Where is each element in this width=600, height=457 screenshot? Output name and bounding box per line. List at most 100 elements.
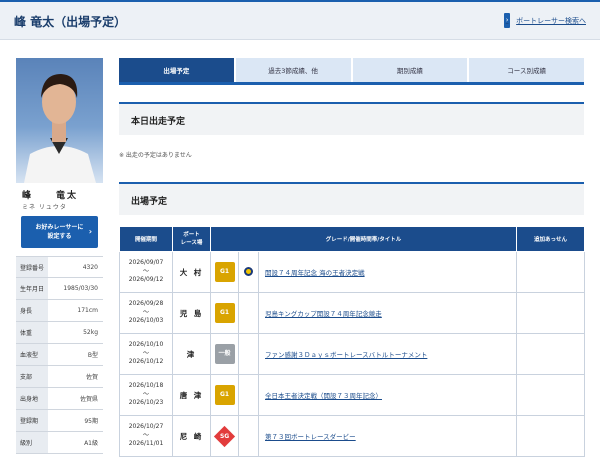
moon-icon bbox=[244, 266, 253, 276]
tab-schedule[interactable]: 出場予定 bbox=[119, 58, 234, 82]
info-value: 52kg bbox=[83, 329, 98, 336]
period-cell: 2026/10/18 〜 2026/10/23 bbox=[119, 374, 173, 416]
race-title-link[interactable]: 児島キングカップ開設７４周年記念競走 bbox=[265, 310, 382, 318]
info-value: A1級 bbox=[84, 440, 98, 447]
time-cell bbox=[238, 374, 259, 416]
set-favorite-label: お好みレーサーに 設定する bbox=[35, 224, 84, 240]
page-title: 峰 竜太（出場予定） bbox=[14, 15, 127, 29]
additional-cell bbox=[516, 374, 586, 416]
info-label: 登録期 bbox=[16, 410, 48, 431]
time-cell bbox=[238, 251, 259, 293]
info-row: 支部 佐賀 bbox=[16, 366, 103, 388]
race-title-link[interactable]: 全日本王者決定戦（開設７３周年記念） bbox=[265, 392, 382, 400]
table-row: 2026/09/07 〜 2026/09/12 大 村 G1 開設７４周年記念 海の王者決… bbox=[119, 251, 586, 293]
no-race-note: ※ 出走の予定はありません bbox=[119, 152, 192, 159]
info-label: 支部 bbox=[16, 366, 48, 387]
racer-name-kana: ミネ リュウタ bbox=[22, 204, 67, 211]
grade-cell: G1 bbox=[210, 374, 239, 416]
grade-cell: G1 bbox=[210, 251, 239, 293]
col-title: グレード/開催時間帯/タイトル bbox=[209, 226, 518, 252]
racer-given-name: 竜太 bbox=[56, 191, 79, 201]
info-value: B型 bbox=[87, 352, 98, 359]
info-label: 体重 bbox=[16, 322, 48, 343]
table-row: 2026/09/28 〜 2026/10/03 児 島 G1 児島キングカップ開設７４周年… bbox=[119, 292, 586, 334]
table-row: 2026/10/10 〜 2026/10/12 津一般 ファン感謝３Ｄａｙｓボートレース… bbox=[119, 333, 586, 375]
chevron-right-icon: › bbox=[504, 13, 511, 28]
today-heading: 本日出走予定 bbox=[131, 117, 186, 127]
info-label: 登録番号 bbox=[16, 257, 48, 277]
info-value: 佐賀県 bbox=[79, 396, 98, 403]
period-cell: 2026/09/07 〜 2026/09/12 bbox=[119, 251, 173, 293]
schedule-heading: 出場予定 bbox=[131, 197, 168, 207]
info-label: 身長 bbox=[16, 300, 48, 321]
grade-cell: G1 bbox=[210, 292, 239, 334]
tab-term-results[interactable]: 期別成績 bbox=[352, 58, 468, 82]
info-value: 佐賀 bbox=[85, 374, 98, 381]
tab-bar: 出場予定 過去3節成績、他 期別成績 コース別成績 bbox=[119, 58, 584, 85]
table-row: 2026/10/18 〜 2026/10/23 唐 津 G1 全日本王者決定戦（開設７３周… bbox=[119, 374, 586, 416]
info-row: 登録期 95期 bbox=[16, 410, 103, 432]
info-value: 4320 bbox=[82, 263, 98, 271]
time-cell bbox=[238, 415, 259, 457]
chevron-right-icon: › bbox=[88, 227, 92, 236]
info-row: 登録番号 4320 bbox=[16, 256, 103, 278]
col-period: 開催期間 bbox=[119, 226, 173, 252]
info-value: 1985/03/30 bbox=[63, 285, 98, 292]
title-cell: 全日本王者決定戦（開設７３周年記念） bbox=[257, 374, 518, 416]
venue-cell: 尼 崎 bbox=[172, 415, 211, 457]
grade-cell: 一般 bbox=[210, 333, 239, 375]
col-additional: 追加あっせん bbox=[516, 226, 586, 252]
grade-badge: G1 bbox=[214, 303, 235, 323]
period-cell: 2026/10/27 〜 2026/11/01 bbox=[119, 415, 173, 457]
schedule-table: 開催期間 ボート レース場 グレード/開催時間帯/タイトル 追加あっせん 202… bbox=[119, 226, 586, 457]
racer-info-table: 登録番号 4320 生年月日 1985/03/30 身長 171cm 体重 52kg 血液型 B型… bbox=[16, 256, 103, 454]
venue-cell: 大 村 bbox=[172, 251, 211, 293]
racer-family-name: 峰 bbox=[22, 191, 34, 201]
additional-cell bbox=[516, 415, 586, 457]
additional-cell bbox=[516, 333, 586, 375]
grade-badge: G1 bbox=[214, 262, 235, 282]
table-row: 2026/10/27 〜 2026/11/01 尼 崎 SG 第７３回ボートレースダービー bbox=[119, 415, 586, 457]
additional-cell bbox=[516, 292, 586, 334]
today-section-header: 本日出走予定 bbox=[119, 102, 584, 135]
period-cell: 2026/09/28 〜 2026/10/03 bbox=[119, 292, 173, 334]
grade-badge: SG bbox=[213, 425, 236, 447]
grade-cell: SG bbox=[210, 415, 239, 457]
page-header: 峰 竜太（出場予定） › ボートレーサー検索へ bbox=[0, 0, 600, 40]
time-cell bbox=[238, 292, 259, 334]
race-title-link[interactable]: ファン感謝３Ｄａｙｓボートレースバトルトーナメント bbox=[265, 351, 427, 359]
venue-cell: 唐 津 bbox=[172, 374, 211, 416]
period-cell: 2026/10/10 〜 2026/10/12 bbox=[119, 333, 173, 375]
schedule-section-header: 出場予定 bbox=[119, 182, 584, 215]
race-title-link[interactable]: 第７３回ボートレースダービー bbox=[265, 433, 356, 441]
info-value: 95期 bbox=[84, 418, 98, 425]
time-cell bbox=[238, 333, 259, 375]
info-label: 血液型 bbox=[16, 344, 48, 365]
racer-search-link-label: ボートレーサー検索へ bbox=[516, 16, 586, 25]
additional-cell bbox=[516, 251, 586, 293]
title-cell: ファン感謝３Ｄａｙｓボートレースバトルトーナメント bbox=[257, 333, 518, 375]
tab-past-results[interactable]: 過去3節成績、他 bbox=[235, 58, 351, 82]
info-row: 級別 A1級 bbox=[16, 432, 103, 454]
grade-badge: G1 bbox=[214, 385, 235, 405]
grade-badge: 一般 bbox=[214, 344, 235, 364]
tab-course-results[interactable]: コース別成績 bbox=[469, 58, 584, 82]
info-label: 生年月日 bbox=[16, 278, 48, 299]
venue-cell: 児 島 bbox=[172, 292, 211, 334]
col-venue: ボート レース場 bbox=[172, 226, 211, 252]
title-cell: 開設７４周年記念 海の王者決定戦 bbox=[257, 251, 518, 293]
racer-search-link[interactable]: › ボートレーサー検索へ bbox=[504, 13, 586, 28]
racer-photo bbox=[16, 58, 103, 183]
race-title-link[interactable]: 開設７４周年記念 海の王者決定戦 bbox=[265, 269, 365, 277]
info-row: 生年月日 1985/03/30 bbox=[16, 278, 103, 300]
info-row: 血液型 B型 bbox=[16, 344, 103, 366]
venue-cell: 津 bbox=[172, 333, 211, 375]
info-row: 身長 171cm bbox=[16, 300, 103, 322]
set-favorite-button[interactable]: お好みレーサーに 設定する › bbox=[21, 216, 98, 248]
info-label: 級別 bbox=[16, 432, 48, 453]
title-cell: 児島キングカップ開設７４周年記念競走 bbox=[257, 292, 518, 334]
info-row: 体重 52kg bbox=[16, 322, 103, 344]
info-value: 171cm bbox=[77, 307, 98, 314]
info-label: 出身地 bbox=[16, 388, 48, 409]
table-header-row: 開催期間 ボート レース場 グレード/開催時間帯/タイトル 追加あっせん bbox=[119, 226, 586, 252]
